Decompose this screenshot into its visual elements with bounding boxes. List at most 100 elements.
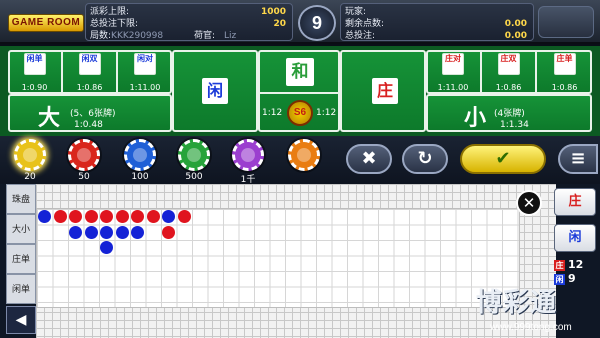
player-odd-label: 闲单 <box>23 53 46 75</box>
big-label: 大 <box>38 106 61 131</box>
bet-player-pair[interactable]: 闲对 1:11.00 <box>118 50 172 94</box>
payout-limit-row: 派彩上限: 1000 <box>90 6 286 18</box>
chip-custom[interactable] <box>288 139 320 171</box>
chip-100[interactable] <box>124 139 156 171</box>
bet-player-even[interactable]: 闲双 1:0.86 <box>63 50 118 94</box>
watermark-logo: 博彩通 <box>476 288 558 318</box>
player-even-label: 闲双 <box>78 53 101 75</box>
bead-banker <box>146 210 160 223</box>
bead-player <box>115 225 129 239</box>
player-pair-odds: 1:11.00 <box>129 83 161 92</box>
dealer-label: 荷官: <box>194 31 216 41</box>
chip-50[interactable] <box>68 139 100 171</box>
bet-banker-odd[interactable]: 庄单 1:0.86 <box>537 50 592 94</box>
payout-limit-label: 派彩上限: <box>90 7 130 17</box>
banker-pair-label: 庄对 <box>442 53 464 75</box>
round-id: KKK290998 <box>111 31 164 41</box>
balance-value: 0.00 <box>504 19 527 29</box>
bet-small[interactable]: 小 (4张牌) 1:1.34 <box>426 94 592 132</box>
tie-divider <box>260 92 338 94</box>
chip-bar: 20 50 100 500 1千 ✖ ↻ ✔ ≡ <box>0 136 600 185</box>
bet-player-odd[interactable]: 闲单 1:0.90 <box>8 50 63 94</box>
back-button[interactable]: ◀ <box>6 306 36 334</box>
small-odds: 1:1.34 <box>500 120 529 130</box>
watermark: 博彩通 www.999tong.com <box>476 282 598 336</box>
menu-button[interactable]: ≡ <box>558 144 598 174</box>
payout-limit-value: 1000 <box>260 7 286 17</box>
tab-player-odd[interactable]: 闲单 <box>6 274 36 304</box>
bead-banker <box>131 210 144 223</box>
chip-20-label: 20 <box>24 172 36 182</box>
top-info-bar: GAME ROOM 派彩上限: 1000 总投注下限: 20 局数:KKK290… <box>0 0 600 44</box>
chip-100-label: 100 <box>131 172 149 182</box>
bead-banker <box>53 210 67 223</box>
round-row: 局数:KKK290998 荷官: Liz <box>90 30 286 42</box>
total-bet-row: 总投注: 0.00 <box>345 30 527 42</box>
bead-road-popup <box>36 208 520 308</box>
bead-player <box>69 225 82 239</box>
player-row: 玩家: <box>345 6 527 18</box>
bet-player[interactable]: 闲 <box>172 50 258 132</box>
banker-even-odds: 1:0.86 <box>495 83 522 92</box>
bead-player <box>100 225 113 239</box>
bet-banker-even[interactable]: 庄双 1:0.86 <box>482 50 537 94</box>
ask-player-button[interactable]: 闲 <box>554 224 596 252</box>
top-right-panel <box>538 6 594 38</box>
bead-player <box>38 210 51 223</box>
banker-pair-odds: 1:11.00 <box>437 83 469 92</box>
player-label: 闲 <box>202 78 228 104</box>
tie-odds-left: 1:12 <box>262 108 283 118</box>
min-bet-label: 总投注下限: <box>90 19 139 29</box>
banker-even-label: 庄双 <box>497 53 520 75</box>
countdown-timer: 9 <box>298 5 336 41</box>
big-odds: 1:0.48 <box>74 120 103 130</box>
bead-banker <box>115 210 129 223</box>
small-desc: (4张牌) <box>494 109 525 119</box>
game-room-logo: GAME ROOM <box>8 14 84 32</box>
player-panel: 玩家: 剩余点数: 0.00 总投注: 0.00 <box>340 3 534 41</box>
tab-bead-road[interactable]: 珠盘 <box>6 184 36 214</box>
bet-big[interactable]: 大 (5、6张牌) 1:0.48 <box>8 94 172 132</box>
small-label: 小 <box>464 106 487 131</box>
big-desc: (5、6张牌) <box>70 109 116 119</box>
player-even-odds: 1:0.86 <box>76 83 103 92</box>
tab-banker-odd[interactable]: 庄单 <box>6 244 36 274</box>
close-popup-button[interactable]: ✕ <box>516 190 542 216</box>
total-bet-value: 0.00 <box>504 31 527 41</box>
bead-player <box>162 210 175 223</box>
banker-count-value: 12 <box>568 258 584 271</box>
bead-player <box>100 241 113 254</box>
bead-banker <box>162 225 175 239</box>
bet-tie[interactable]: 和 1:12 S6 1:12 <box>258 50 340 132</box>
limits-panel: 派彩上限: 1000 总投注下限: 20 局数:KKK290998 荷官: Li… <box>85 3 293 41</box>
ask-banker-button[interactable]: 庄 <box>554 188 596 216</box>
tab-big-small[interactable]: 大小 <box>6 214 36 244</box>
total-bet-label: 总投注: <box>345 31 376 41</box>
player-odd-odds: 1:0.90 <box>21 83 48 92</box>
round-label: 局数: <box>90 31 112 41</box>
tie-odds-right: 1:12 <box>316 108 337 118</box>
banker-count: 庄 12 <box>554 258 583 271</box>
player-pair-label: 闲对 <box>134 53 156 75</box>
bead-banker <box>100 210 113 223</box>
balance-label: 剩余点数: <box>345 19 385 29</box>
min-bet-value: 20 <box>273 19 286 29</box>
bead-player <box>84 225 98 239</box>
watermark-url: www.999tong.com <box>490 322 572 333</box>
chip-20[interactable] <box>14 139 46 171</box>
super6-badge: S6 <box>287 100 313 126</box>
bet-banker[interactable]: 庄 <box>340 50 426 132</box>
banker-odd-odds: 1:0.86 <box>551 83 578 92</box>
tie-label: 和 <box>286 58 314 86</box>
confirm-button[interactable]: ✔ <box>460 144 546 174</box>
rebet-button[interactable]: ↻ <box>402 144 448 174</box>
min-bet-row: 总投注下限: 20 <box>90 18 286 30</box>
betting-table: 闲单 1:0.90 闲双 1:0.86 闲对 1:11.00 大 (5、6张牌)… <box>0 46 600 136</box>
bet-banker-pair[interactable]: 庄对 1:11.00 <box>426 50 482 94</box>
chip-500[interactable] <box>178 139 210 171</box>
balance-row: 剩余点数: 0.00 <box>345 18 527 30</box>
dealer-name: Liz <box>224 31 237 41</box>
bead-player <box>131 225 144 239</box>
cancel-button[interactable]: ✖ <box>346 144 392 174</box>
chip-1000[interactable] <box>232 139 264 171</box>
